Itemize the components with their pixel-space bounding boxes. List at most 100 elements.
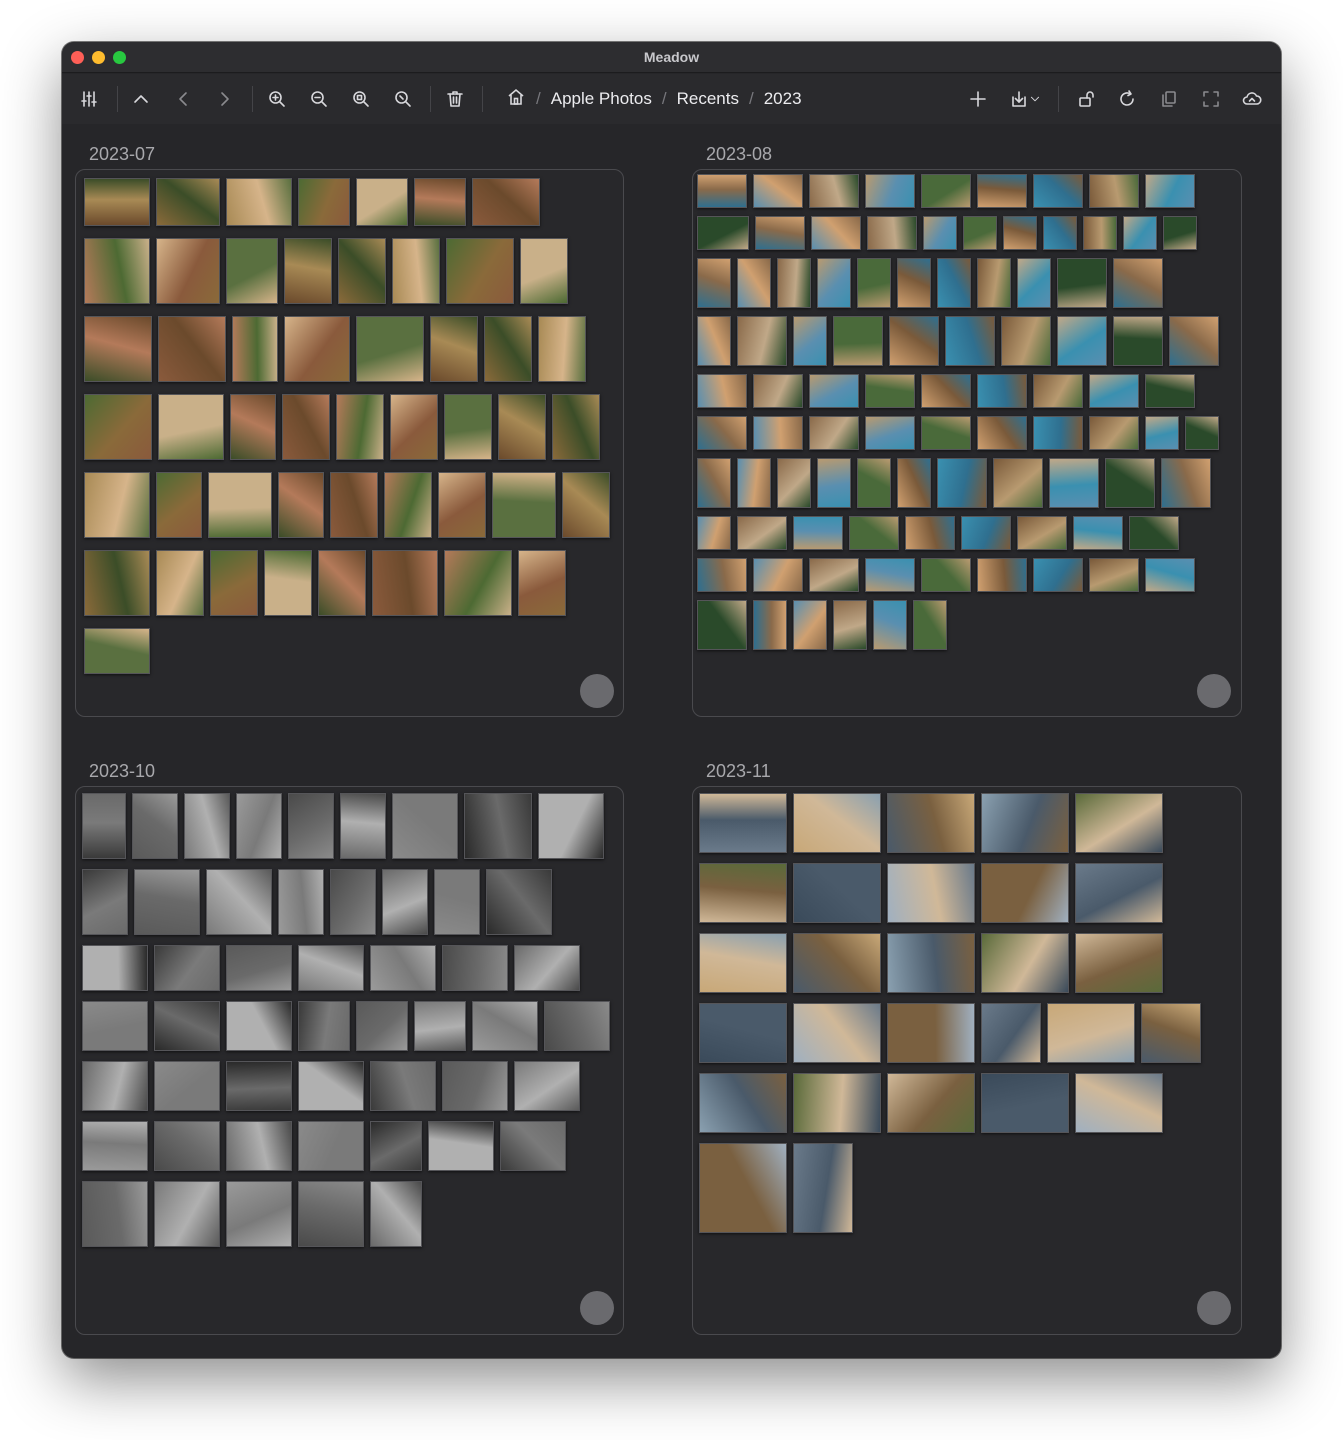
home-icon[interactable]	[506, 87, 526, 112]
photo-thumbnail[interactable]	[226, 1001, 292, 1051]
scroll-button[interactable]	[580, 674, 614, 708]
photo-thumbnail[interactable]	[444, 550, 512, 616]
photo-thumbnail[interactable]	[84, 472, 150, 538]
photo-thumbnail[interactable]	[446, 238, 514, 304]
photo-thumbnail[interactable]	[562, 472, 610, 538]
photo-thumbnail[interactable]	[226, 178, 292, 226]
photo-thumbnail[interactable]	[993, 458, 1043, 508]
photo-thumbnail[interactable]	[981, 863, 1069, 923]
photo-thumbnail[interactable]	[392, 793, 458, 859]
photo-thumbnail[interactable]	[154, 1181, 220, 1247]
photo-thumbnail[interactable]	[514, 1061, 580, 1111]
photo-thumbnail[interactable]	[793, 793, 881, 853]
photo-thumbnail[interactable]	[753, 374, 803, 408]
photo-thumbnail[interactable]	[438, 472, 486, 538]
photo-thumbnail[interactable]	[1075, 933, 1163, 993]
photo-thumbnail[interactable]	[887, 1003, 975, 1063]
photo-thumbnail[interactable]	[82, 1061, 148, 1111]
photo-thumbnail[interactable]	[464, 793, 532, 859]
photo-thumbnail[interactable]	[1145, 174, 1195, 208]
photo-thumbnail[interactable]	[697, 516, 731, 550]
scroll-button[interactable]	[580, 1291, 614, 1325]
photo-thumbnail[interactable]	[867, 216, 917, 250]
photo-thumbnail[interactable]	[156, 178, 220, 226]
photo-thumbnail[interactable]	[330, 472, 378, 538]
photo-thumbnail[interactable]	[1075, 863, 1163, 923]
photo-thumbnail[interactable]	[699, 1143, 787, 1233]
photo-thumbnail[interactable]	[737, 316, 787, 366]
zoom-actual-icon[interactable]	[390, 86, 416, 112]
photo-thumbnail[interactable]	[913, 600, 947, 650]
breadcrumb-2023[interactable]: 2023	[764, 89, 802, 109]
photo-thumbnail[interactable]	[777, 258, 811, 308]
photo-thumbnail[interactable]	[284, 316, 350, 382]
zoom-in-icon[interactable]	[264, 86, 290, 112]
photo-thumbnail[interactable]	[370, 1061, 436, 1111]
photo-thumbnail[interactable]	[793, 1143, 853, 1233]
photo-thumbnail[interactable]	[298, 1121, 364, 1171]
photo-thumbnail[interactable]	[154, 1061, 220, 1111]
photo-thumbnail[interactable]	[865, 416, 915, 450]
photo-thumbnail[interactable]	[552, 394, 600, 460]
photo-thumbnail[interactable]	[236, 793, 282, 859]
photo-thumbnail[interactable]	[298, 945, 364, 991]
photo-thumbnail[interactable]	[1129, 516, 1179, 550]
photo-thumbnail[interactable]	[981, 933, 1069, 993]
photo-thumbnail[interactable]	[282, 394, 330, 460]
photo-thumbnail[interactable]	[1141, 1003, 1201, 1063]
photo-thumbnail[interactable]	[1185, 416, 1219, 450]
photo-thumbnail[interactable]	[981, 1003, 1041, 1063]
photo-thumbnail[interactable]	[82, 1121, 148, 1171]
photo-thumbnail[interactable]	[737, 458, 771, 508]
photo-thumbnail[interactable]	[392, 238, 440, 304]
chevron-right-icon[interactable]	[212, 86, 238, 112]
photo-thumbnail[interactable]	[84, 316, 152, 382]
photo-thumbnail[interactable]	[184, 793, 230, 859]
photo-thumbnail[interactable]	[434, 869, 480, 935]
photo-thumbnail[interactable]	[697, 558, 747, 592]
photo-thumbnail[interactable]	[887, 793, 975, 853]
import-icon[interactable]	[1003, 86, 1047, 112]
photo-thumbnail[interactable]	[538, 316, 586, 382]
photo-thumbnail[interactable]	[298, 1181, 364, 1247]
photo-thumbnail[interactable]	[753, 416, 803, 450]
photo-thumbnail[interactable]	[1089, 374, 1139, 408]
photo-thumbnail[interactable]	[82, 945, 148, 991]
photo-thumbnail[interactable]	[1169, 316, 1219, 366]
photo-thumbnail[interactable]	[226, 945, 292, 991]
photo-thumbnail[interactable]	[298, 1001, 350, 1051]
photo-thumbnail[interactable]	[981, 1073, 1069, 1133]
photo-thumbnail[interactable]	[484, 316, 532, 382]
photo-thumbnail[interactable]	[905, 516, 955, 550]
photo-thumbnail[interactable]	[793, 516, 843, 550]
photo-thumbnail[interactable]	[921, 174, 971, 208]
photo-thumbnail[interactable]	[697, 316, 731, 366]
photo-thumbnail[interactable]	[865, 174, 915, 208]
photo-thumbnail[interactable]	[382, 869, 428, 935]
photo-thumbnail[interactable]	[208, 472, 272, 538]
photo-thumbnail[interactable]	[356, 316, 424, 382]
trash-icon[interactable]	[442, 86, 468, 112]
photo-thumbnail[interactable]	[833, 316, 883, 366]
photo-thumbnail[interactable]	[134, 869, 200, 935]
photo-thumbnail[interactable]	[442, 945, 508, 991]
add-icon[interactable]	[965, 86, 991, 112]
photo-thumbnail[interactable]	[156, 238, 220, 304]
photo-thumbnail[interactable]	[1113, 258, 1163, 308]
photo-thumbnail[interactable]	[897, 258, 931, 308]
photo-thumbnail[interactable]	[1161, 458, 1211, 508]
photo-thumbnail[interactable]	[1163, 216, 1197, 250]
breadcrumb-apple-photos[interactable]: Apple Photos	[551, 89, 652, 109]
photo-thumbnail[interactable]	[793, 316, 827, 366]
photo-thumbnail[interactable]	[697, 374, 747, 408]
photo-thumbnail[interactable]	[699, 1003, 787, 1063]
photo-thumbnail[interactable]	[1001, 316, 1051, 366]
photo-thumbnail[interactable]	[82, 793, 126, 859]
photo-thumbnail[interactable]	[923, 216, 957, 250]
photo-thumbnail[interactable]	[817, 458, 851, 508]
photo-thumbnail[interactable]	[500, 1121, 566, 1171]
photo-thumbnail[interactable]	[84, 394, 152, 460]
photo-thumbnail[interactable]	[1033, 416, 1083, 450]
photo-thumbnail[interactable]	[154, 1001, 220, 1051]
photo-thumbnail[interactable]	[372, 550, 438, 616]
